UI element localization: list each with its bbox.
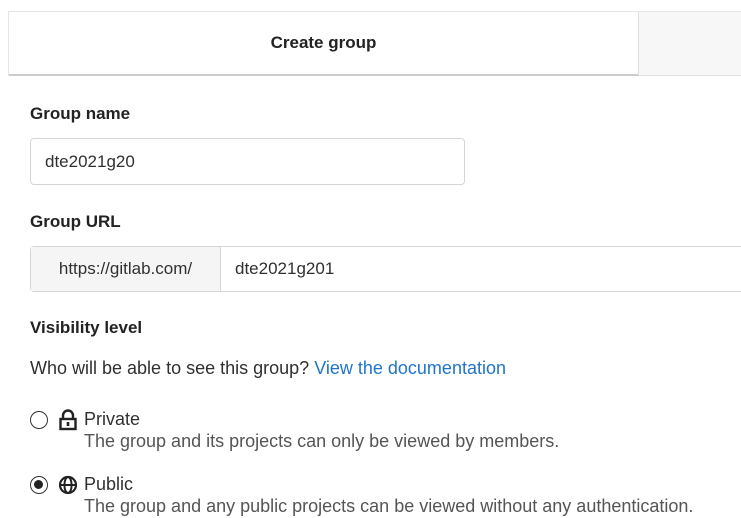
tab-bar: Create group	[8, 11, 741, 76]
tab-create-group-label: Create group	[270, 33, 377, 52]
public-description: The group and any public projects can be…	[84, 496, 694, 516]
group-url-prefix: https://gitlab.com/	[31, 247, 221, 291]
visibility-level-label: Visibility level	[30, 318, 143, 337]
visibility-option-public: Public The group and any public projects…	[30, 474, 741, 518]
documentation-link[interactable]: View the documentation	[314, 358, 506, 378]
group-name-value: dte2021g20	[45, 151, 135, 171]
group-url-field: https://gitlab.com/ dte2021g201	[30, 246, 741, 292]
private-description: The group and its projects can only be v…	[84, 431, 560, 451]
public-radio[interactable]	[30, 476, 48, 494]
group-name-input[interactable]: dte2021g20	[30, 138, 465, 185]
private-title: Private	[84, 409, 141, 429]
lock-icon	[58, 409, 78, 431]
tab-create-group[interactable]: Create group	[9, 12, 639, 76]
visibility-option-private: Private The group and its projects can o…	[30, 409, 741, 453]
visibility-help: Who will be able to see this group? View…	[30, 358, 506, 379]
group-name-label: Group name	[30, 104, 131, 123]
visibility-help-text: Who will be able to see this group?	[30, 358, 310, 378]
public-title: Public	[84, 474, 134, 494]
group-url-input[interactable]: dte2021g201	[221, 247, 741, 291]
group-url-value: dte2021g201	[235, 259, 335, 278]
tab-other[interactable]	[639, 12, 741, 76]
group-url-label: Group URL	[30, 212, 121, 231]
private-radio[interactable]	[30, 411, 48, 429]
globe-icon	[58, 474, 78, 496]
